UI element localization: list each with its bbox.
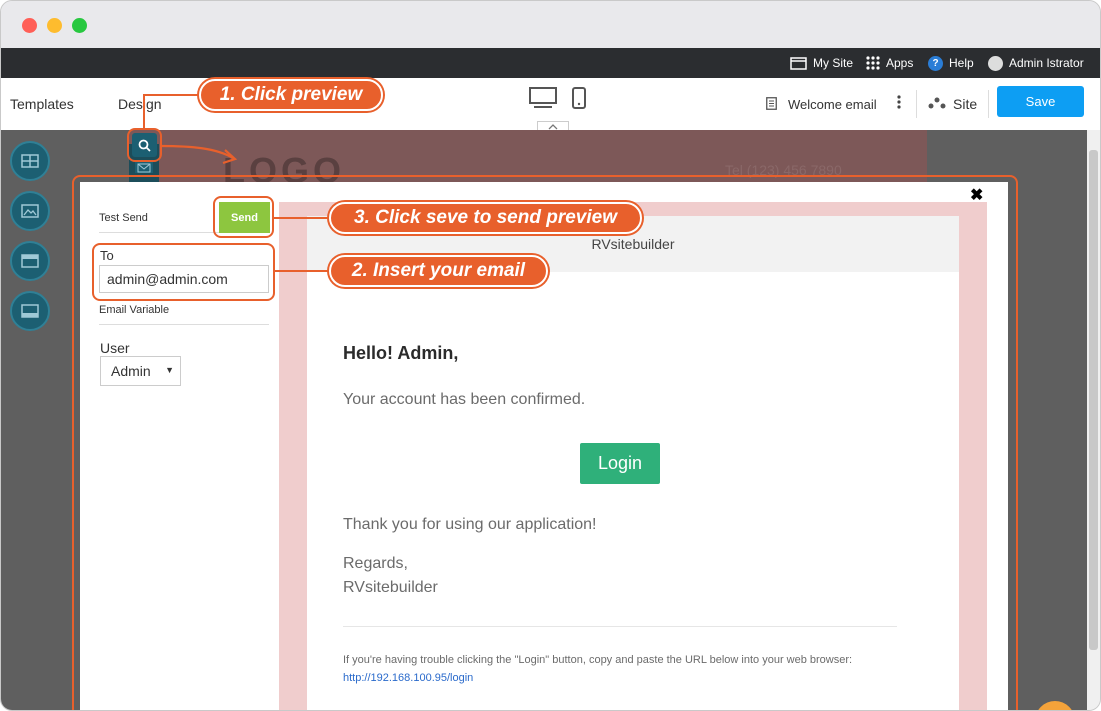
preview-highlight — [127, 128, 162, 162]
save-button[interactable]: Save — [997, 86, 1084, 117]
user-select-value: Admin — [111, 363, 151, 379]
desktop-view-icon[interactable] — [529, 87, 557, 109]
email-thanks-text: Thank you for using our application! — [343, 516, 597, 533]
layout-icon — [21, 154, 39, 168]
email-header-title: RVsitebuilder — [591, 236, 675, 252]
caret-down-icon: ▼ — [165, 365, 174, 375]
apps-grid-icon — [866, 56, 880, 70]
callout-connector — [143, 94, 145, 128]
help-icon: ? — [928, 55, 943, 71]
test-send-title: Test Send — [99, 212, 148, 224]
template-name[interactable]: Welcome email — [788, 97, 877, 112]
close-window-button[interactable] — [22, 18, 37, 33]
maximize-window-button[interactable] — [72, 18, 87, 33]
editor-toolbar: Templates Design Welcome email Site Save — [1, 78, 1100, 131]
more-vertical-icon[interactable] — [897, 95, 901, 109]
mail-tool-button[interactable] — [135, 161, 153, 173]
help-label: Help — [949, 56, 974, 70]
callout-connector — [275, 270, 331, 272]
mobile-view-icon[interactable] — [572, 87, 586, 109]
avatar — [988, 55, 1003, 71]
apps-label: Apps — [886, 56, 914, 70]
chevron-up-icon — [548, 123, 558, 129]
callout-arrow — [161, 144, 238, 165]
email-variable-label: Email Variable — [99, 304, 170, 316]
toolbar-divider — [916, 90, 917, 118]
email-confirm-text: Your account has been confirmed. — [343, 391, 586, 408]
user-name: Admin Istrator — [1009, 56, 1084, 70]
email-greeting: Hello! Admin, — [343, 343, 459, 363]
browser-icon — [790, 56, 807, 70]
user-select[interactable]: Admin ▼ — [100, 356, 181, 386]
toolbar-divider — [988, 90, 989, 118]
header-icon — [21, 254, 39, 268]
minimize-window-button[interactable] — [47, 18, 62, 33]
tab-design[interactable]: Design — [118, 96, 162, 112]
my-site-link[interactable]: My Site — [790, 48, 853, 78]
footer-widget-button[interactable] — [10, 291, 50, 331]
user-label: User — [100, 340, 130, 356]
user-menu[interactable]: Admin Istrator — [988, 48, 1084, 78]
site-menu[interactable]: Site — [953, 96, 977, 112]
browser-window: My Site Apps ? Help Admin Istrator Templ… — [0, 0, 1101, 711]
tab-templates[interactable]: Templates — [10, 96, 74, 112]
help-link[interactable]: ? Help — [928, 48, 974, 78]
canvas-scrollbar[interactable] — [1087, 130, 1100, 710]
callout-step3: 3. Click seve to send preview — [329, 202, 642, 234]
email-divider — [343, 626, 897, 627]
document-icon — [766, 97, 777, 110]
send-highlight — [213, 196, 274, 238]
callout-connector — [143, 94, 199, 96]
login-button[interactable]: Login — [580, 443, 660, 484]
my-site-label: My Site — [813, 56, 854, 70]
callout-step1: 1. Click preview — [199, 79, 383, 111]
image-widget-button[interactable] — [10, 191, 50, 231]
divider — [99, 324, 269, 325]
email-login-url[interactable]: http://192.168.100.95/login — [343, 672, 473, 684]
header-widget-button[interactable] — [10, 241, 50, 281]
top-admin-bar: My Site Apps ? Help Admin Istrator — [1, 48, 1100, 78]
email-signature: RVsitebuilder — [343, 579, 438, 596]
layout-widget-button[interactable] — [10, 141, 50, 181]
mail-icon — [137, 163, 151, 173]
apps-link[interactable]: Apps — [866, 48, 913, 78]
footer-icon — [21, 304, 39, 318]
email-regards: Regards, — [343, 555, 408, 572]
sitemap-icon — [928, 97, 946, 109]
window-titlebar — [1, 1, 1100, 48]
callout-connector — [274, 217, 331, 219]
email-trouble-text: If you're having trouble clicking the "L… — [343, 654, 853, 666]
callout-step2: 2. Insert your email — [329, 255, 548, 287]
email-highlight — [92, 243, 275, 301]
image-icon — [21, 204, 39, 218]
scrollbar-thumb[interactable] — [1089, 150, 1098, 650]
